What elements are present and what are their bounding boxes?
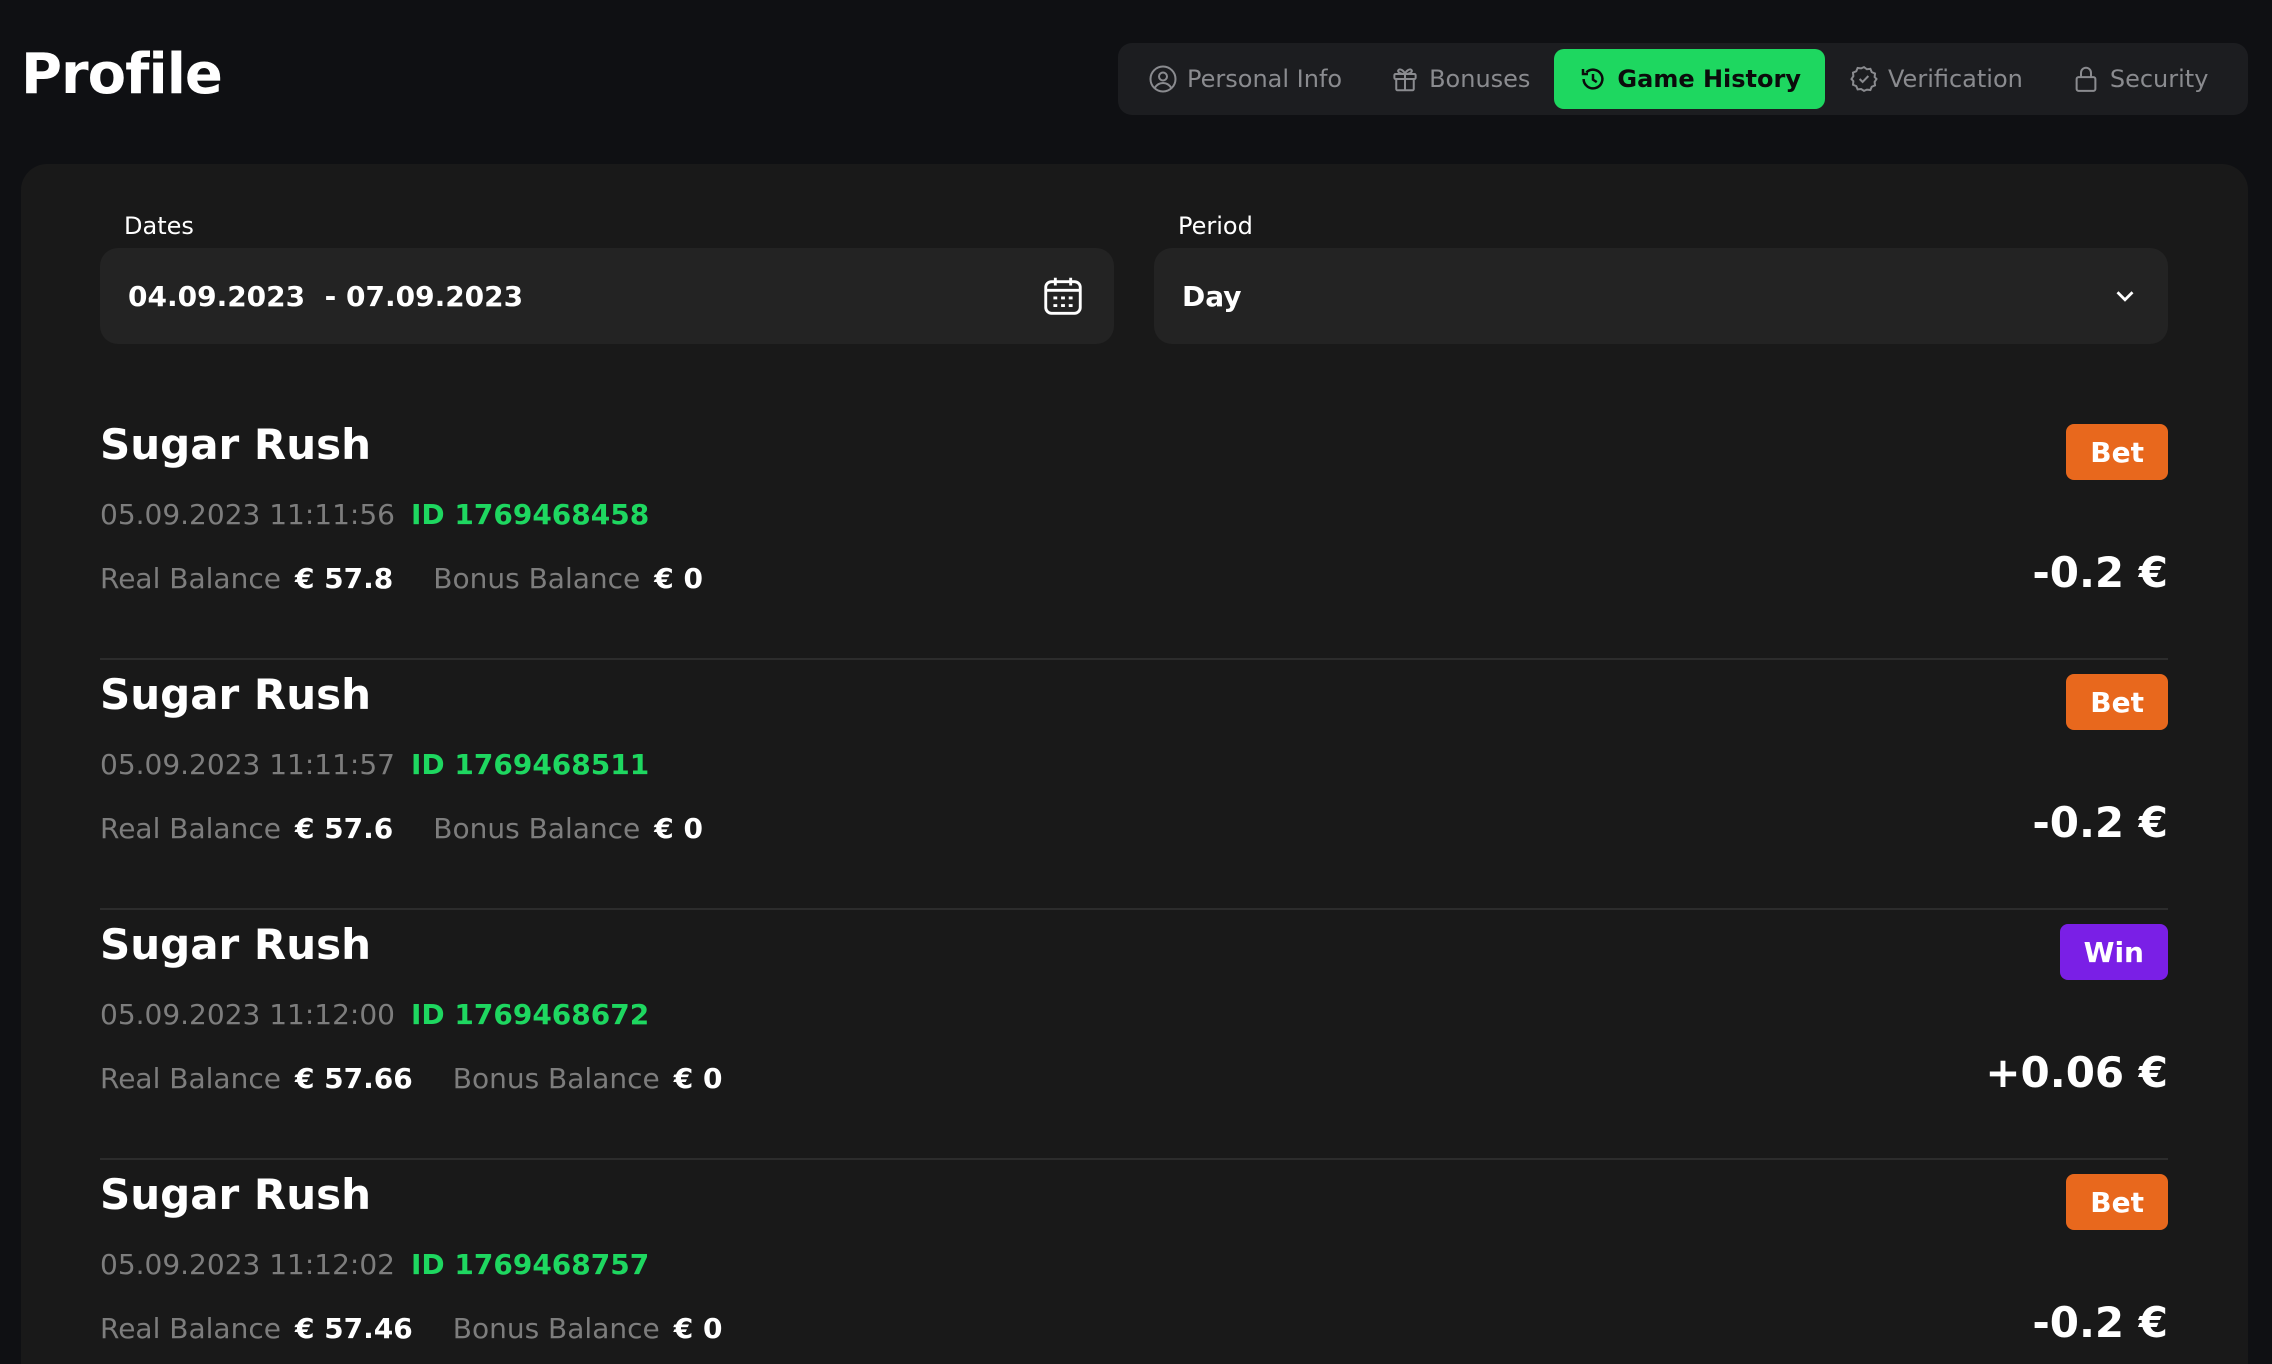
bonus-balance-label: Bonus Balance [452, 1062, 660, 1095]
period-select[interactable]: Day [1154, 248, 2168, 344]
history-row[interactable]: Sugar Rush 05.09.2023 11:12:02 ID 1769468… [100, 1160, 2168, 1364]
calendar-icon[interactable] [1040, 273, 1086, 319]
row-balances: Real Balance € 57.66 Bonus Balance € 0 [100, 1062, 762, 1095]
history-row[interactable]: Sugar Rush 05.09.2023 11:12:00 ID 1769468… [100, 910, 2168, 1160]
game-title: Sugar Rush [100, 670, 372, 719]
lock-icon [2071, 64, 2101, 94]
tab-label: Verification [1888, 65, 2023, 93]
real-balance-value: € 57.46 [294, 1312, 413, 1345]
transaction-id: ID 1769468458 [410, 498, 650, 531]
row-balances: Real Balance € 57.6 Bonus Balance € 0 [100, 812, 743, 845]
datetime: 05.09.2023 11:11:57 [100, 748, 395, 781]
dates-value: 04.09.2023 - 07.09.2023 [128, 279, 524, 313]
tab-label: Security [2109, 65, 2209, 93]
row-meta: 05.09.2023 11:11:56 ID 1769468458 [100, 498, 649, 531]
datetime: 05.09.2023 11:12:02 [100, 1248, 395, 1281]
game-title: Sugar Rush [100, 920, 372, 969]
bonus-balance-value: € 0 [673, 1062, 723, 1095]
history-row[interactable]: Sugar Rush 05.09.2023 11:11:56 ID 1769468… [100, 410, 2168, 660]
badge-check-icon [1849, 64, 1879, 94]
tab-label: Bonuses [1429, 65, 1531, 93]
row-balances: Real Balance € 57.8 Bonus Balance € 0 [100, 562, 743, 595]
real-balance-value: € 57.6 [294, 812, 394, 845]
tab-personal-info[interactable]: Personal Info [1124, 49, 1366, 109]
history-icon [1578, 64, 1608, 94]
real-balance-label: Real Balance [100, 812, 281, 845]
dates-picker[interactable]: 04.09.2023 - 07.09.2023 [100, 248, 1114, 344]
user-circle-icon [1148, 64, 1178, 94]
transaction-id: ID 1769468757 [410, 1248, 650, 1281]
real-balance-value: € 57.8 [294, 562, 394, 595]
tab-verification[interactable]: Verification [1825, 49, 2047, 109]
real-balance-label: Real Balance [100, 1312, 281, 1345]
real-balance-label: Real Balance [100, 562, 281, 595]
row-balances: Real Balance € 57.46 Bonus Balance € 0 [100, 1312, 762, 1345]
amount: -0.2 € [2032, 548, 2168, 597]
real-balance-label: Real Balance [100, 1062, 281, 1095]
amount: -0.2 € [2032, 798, 2168, 847]
bet-badge: Bet [2066, 424, 2168, 480]
tab-label: Game History [1617, 65, 1801, 93]
period-value: Day [1182, 279, 1242, 313]
dates-label: Dates [124, 212, 194, 240]
bonus-balance-label: Bonus Balance [452, 1312, 660, 1345]
bonus-balance-value: € 0 [673, 1312, 723, 1345]
transaction-id: ID 1769468511 [410, 748, 650, 781]
win-badge: Win [2059, 924, 2168, 980]
row-meta: 05.09.2023 11:12:00 ID 1769468672 [100, 998, 649, 1031]
real-balance-value: € 57.66 [294, 1062, 413, 1095]
bet-badge: Bet [2066, 1174, 2168, 1230]
page-title: Profile [21, 42, 223, 107]
transaction-id: ID 1769468672 [410, 998, 650, 1031]
amount: +0.06 € [1985, 1048, 2168, 1097]
profile-tabs: Personal Info Bonuses Game History Verif… [1118, 43, 2248, 115]
bonus-balance-label: Bonus Balance [433, 812, 641, 845]
datetime: 05.09.2023 11:11:56 [100, 498, 395, 531]
period-label: Period [1178, 212, 1253, 240]
game-title: Sugar Rush [100, 420, 372, 469]
gift-icon [1390, 64, 1420, 94]
tab-game-history[interactable]: Game History [1554, 49, 1825, 109]
game-history-list: Sugar Rush 05.09.2023 11:11:56 ID 1769468… [100, 410, 2168, 1364]
row-meta: 05.09.2023 11:11:57 ID 1769468511 [100, 748, 649, 781]
tab-bonuses[interactable]: Bonuses [1366, 49, 1554, 109]
chevron-down-icon [2110, 281, 2140, 311]
history-row[interactable]: Sugar Rush 05.09.2023 11:11:57 ID 1769468… [100, 660, 2168, 910]
bet-badge: Bet [2066, 674, 2168, 730]
bonus-balance-label: Bonus Balance [433, 562, 641, 595]
tab-label: Personal Info [1187, 65, 1343, 93]
tab-security[interactable]: Security [2047, 49, 2233, 109]
amount: -0.2 € [2032, 1298, 2168, 1347]
bonus-balance-value: € 0 [654, 562, 703, 595]
bonus-balance-value: € 0 [654, 812, 703, 845]
row-meta: 05.09.2023 11:12:02 ID 1769468757 [100, 1248, 649, 1281]
datetime: 05.09.2023 11:12:00 [100, 998, 395, 1031]
game-title: Sugar Rush [100, 1170, 372, 1219]
